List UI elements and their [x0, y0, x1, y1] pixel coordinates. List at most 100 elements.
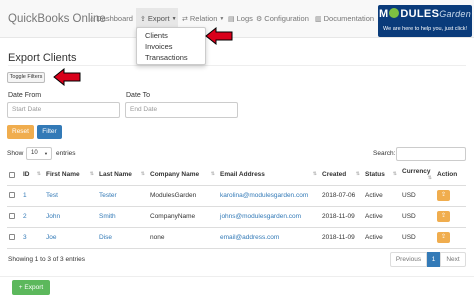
export-button[interactable]: + Export — [12, 280, 50, 295]
col-currency[interactable]: Currency ⇅ — [400, 165, 435, 186]
cell-status: Active — [363, 185, 400, 207]
divider — [8, 65, 466, 66]
cell-first-name[interactable]: John — [44, 206, 97, 228]
row-checkbox[interactable] — [7, 227, 21, 249]
nav-export[interactable]: ⇪ Export ▼ — [140, 14, 177, 23]
cell-last-name[interactable]: Dise — [97, 227, 148, 249]
sort-icon: ⇅ — [392, 171, 397, 178]
chevron-down-icon: ▼ — [44, 151, 48, 156]
nav-documentation-label: Documentation — [323, 14, 375, 23]
logo-circle-icon — [389, 8, 400, 18]
table-header-row: ID ⇅ First Name ⇅ Last Name ⇅ Company Name ⇅… — [7, 165, 466, 186]
cell-email[interactable]: johns@modulesgarden.com — [218, 206, 320, 228]
col-id[interactable]: ID ⇅ — [21, 165, 44, 186]
table-row: 2 John Smith CompanyName johns@modulesga… — [7, 206, 466, 228]
export-icon: ⇪ — [140, 16, 146, 23]
export-client-button[interactable]: ⇪ — [437, 232, 450, 243]
chevron-down-icon: ▼ — [171, 16, 177, 23]
cell-action: ⇪ — [435, 227, 466, 249]
pagination-next[interactable]: Next — [440, 252, 466, 267]
cell-company: ModulesGarden — [148, 185, 218, 207]
reset-button[interactable]: Reset — [7, 125, 34, 139]
dropdown-item-invoices[interactable]: Invoices — [145, 42, 173, 51]
nav-configuration-label: Configuration — [264, 14, 309, 23]
table-row: 3 Joe Dise none email@address.com 2018-1… — [7, 227, 466, 249]
col-company-name[interactable]: Company Name ⇅ — [148, 165, 218, 186]
cell-first-name[interactable]: Test — [44, 185, 97, 207]
cell-action: ⇪ — [435, 206, 466, 228]
cell-id[interactable]: 3 — [21, 227, 44, 249]
col-email-address[interactable]: Email Address ⇅ — [218, 165, 320, 186]
logs-icon: ▤ — [228, 16, 235, 23]
export-dropdown-menu: Clients Invoices Transactions — [136, 27, 206, 65]
cell-last-name[interactable]: Smith — [97, 206, 148, 228]
col-created[interactable]: Created ⇅ — [320, 165, 363, 186]
page-size-select[interactable]: 10 ▼ — [26, 147, 52, 160]
page-size-value: 10 — [31, 150, 38, 156]
col-first-name[interactable]: First Name ⇅ — [44, 165, 97, 186]
cell-email[interactable]: email@address.com — [218, 227, 320, 249]
cell-status: Active — [363, 206, 400, 228]
divider — [0, 276, 474, 277]
nav-dashboard-label: Dashboard — [96, 14, 133, 23]
entries-label: entries — [56, 150, 76, 157]
checkbox-icon — [9, 213, 15, 220]
cell-status: Active — [363, 227, 400, 249]
page-title: Export Clients — [8, 52, 77, 64]
export-client-button[interactable]: ⇪ — [437, 211, 450, 222]
nav-logs[interactable]: ▤ Logs — [228, 14, 253, 23]
export-button-label: Export — [24, 284, 44, 291]
book-icon: ▥ — [315, 16, 322, 23]
annotation-arrow-icon — [205, 27, 233, 45]
checkbox-icon — [9, 234, 15, 241]
col-last-name[interactable]: Last Name ⇅ — [97, 165, 148, 186]
top-navbar: QuickBooks Online ⌂ Dashboard ⇪ Export ▼ ⇄ R… — [0, 0, 474, 38]
sort-icon: ⇅ — [210, 171, 215, 178]
annotation-arrow-icon — [53, 68, 81, 86]
search-label: Search: — [373, 150, 396, 157]
modulesgarden-logo[interactable]: M DULESGarden We are here to help you, ju… — [378, 5, 472, 37]
col-status[interactable]: Status ⇅ — [363, 165, 400, 186]
cell-company: CompanyName — [148, 206, 218, 228]
filter-button[interactable]: Filter — [37, 125, 62, 139]
cell-email[interactable]: karolina@modulesgarden.com — [218, 185, 320, 207]
cell-created: 2018-11-09 — [320, 227, 363, 249]
nav-relation[interactable]: ⇄ Relation ▼ — [182, 14, 224, 23]
sort-icon: ⇅ — [89, 171, 94, 178]
cell-currency: USD — [400, 227, 435, 249]
dropdown-item-transactions[interactable]: Transactions — [145, 53, 188, 62]
export-client-button[interactable]: ⇪ — [437, 190, 450, 201]
clients-table: ID ⇅ First Name ⇅ Last Name ⇅ Company Name ⇅… — [7, 165, 466, 249]
cell-created: 2018-11-09 — [320, 206, 363, 228]
select-all-cell[interactable] — [7, 165, 21, 186]
sort-icon: ⇅ — [312, 171, 317, 178]
pagination-page-1[interactable]: 1 — [427, 252, 440, 267]
nav-export-label: Export — [147, 14, 170, 23]
sort-icon: ⇅ — [140, 171, 145, 178]
cell-currency: USD — [400, 206, 435, 228]
cell-id[interactable]: 1 — [21, 185, 44, 207]
cell-id[interactable]: 2 — [21, 206, 44, 228]
toggle-filters-button[interactable]: Toggle Filters — [7, 72, 45, 83]
start-date-input[interactable]: Start Date — [7, 102, 120, 118]
wrench-icon: ⚙ — [256, 16, 263, 23]
col-action: Action — [435, 165, 466, 186]
nav-dashboard[interactable]: ⌂ Dashboard — [90, 14, 133, 23]
nav-logs-label: Logs — [236, 14, 253, 23]
date-to-label: Date To — [126, 92, 150, 99]
row-checkbox[interactable] — [7, 185, 21, 207]
cell-first-name[interactable]: Joe — [44, 227, 97, 249]
nav-documentation[interactable]: ▥ Documentation — [315, 14, 374, 23]
cell-created: 2018-07-06 — [320, 185, 363, 207]
cell-currency: USD — [400, 185, 435, 207]
end-date-input[interactable]: End Date — [125, 102, 238, 118]
nav-configuration[interactable]: ⚙ Configuration — [256, 14, 309, 23]
chevron-down-icon: ▼ — [219, 16, 225, 23]
logo-tagline: We are here to help you, just click! — [383, 26, 467, 32]
dropdown-item-clients[interactable]: Clients — [145, 31, 168, 40]
search-input[interactable] — [396, 147, 466, 161]
sort-icon: ⇅ — [427, 175, 432, 182]
cell-last-name[interactable]: Tester — [97, 185, 148, 207]
row-checkbox[interactable] — [7, 206, 21, 228]
pagination-previous[interactable]: Previous — [390, 252, 427, 267]
